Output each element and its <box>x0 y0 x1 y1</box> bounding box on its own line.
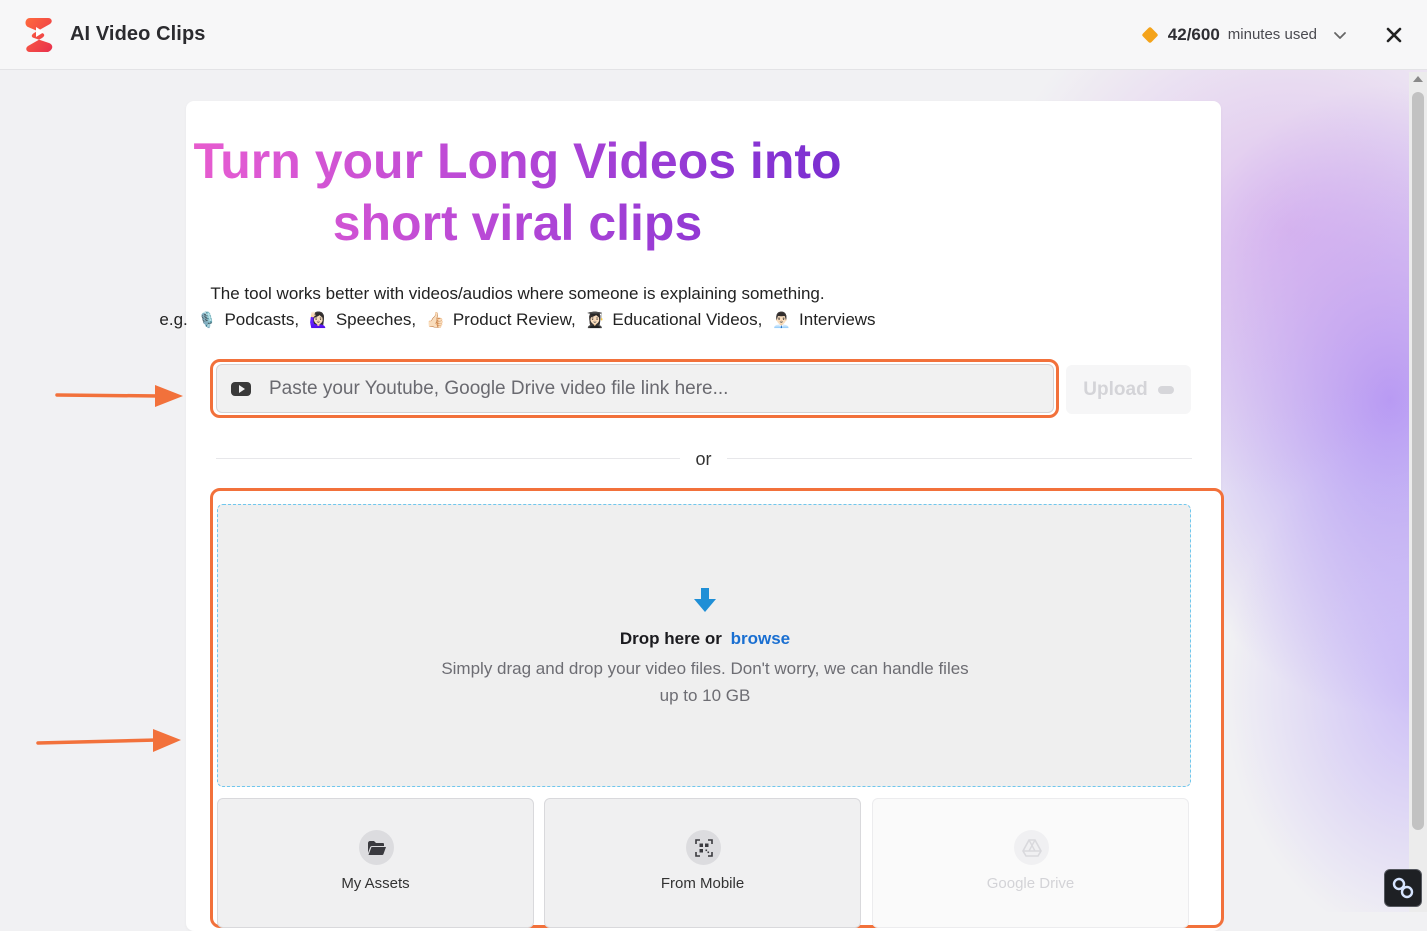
ai-video-clips-logo <box>25 17 53 52</box>
page-title: Turn your Long Videos into short viral c… <box>0 130 1035 254</box>
top-right-controls: 42/600 minutes used <box>1141 24 1405 46</box>
office-worker-icon: 👨🏻‍💼 <box>772 312 792 329</box>
pro-badge-icon <box>1157 385 1174 394</box>
close-icon <box>1386 27 1402 42</box>
scroll-up-icon[interactable] <box>1413 76 1423 82</box>
annotation-arrow-link <box>55 385 183 407</box>
browse-link[interactable]: browse <box>731 629 791 648</box>
example-speeches: Speeches, <box>335 310 417 329</box>
example-podcasts: Podcasts, <box>224 310 300 329</box>
divider-right <box>727 458 1192 459</box>
from-mobile-button[interactable]: From Mobile <box>544 798 861 928</box>
drop-here-label: Drop here or <box>619 629 722 648</box>
google-drive-button[interactable]: Google Drive <box>872 798 1189 928</box>
student-icon: 👩🏻‍🎓 <box>585 312 605 329</box>
google-drive-icon <box>1014 830 1049 865</box>
brand: AI Video Clips <box>22 15 206 55</box>
from-mobile-label: From Mobile <box>660 875 745 892</box>
microphone-icon: 🎙️ <box>197 312 217 329</box>
drop-description: Simply drag and drop your video files. D… <box>441 659 969 705</box>
annotation-arrow-dropzone <box>36 729 181 752</box>
link-input-container[interactable] <box>216 364 1054 413</box>
close-button[interactable] <box>1383 24 1405 46</box>
drop-title: Drop here or browse <box>218 629 1192 649</box>
examples-prefix: e.g. <box>159 310 188 329</box>
example-educational-videos: Educational Videos, <box>612 310 763 329</box>
divider-left <box>216 458 680 459</box>
example-product-review: Product Review, <box>452 310 576 329</box>
upload-button[interactable]: Upload <box>1066 365 1191 414</box>
folder-icon <box>359 830 394 865</box>
download-arrow-icon <box>694 588 716 612</box>
youtube-icon <box>231 381 251 396</box>
qr-code-icon <box>686 830 721 865</box>
usage-count: 42/600 <box>1167 24 1220 44</box>
my-assets-button[interactable]: My Assets <box>217 798 534 928</box>
usage-unit: minutes used <box>1227 26 1317 43</box>
usage-meter[interactable]: 42/600 minutes used <box>1141 24 1347 45</box>
upload-label: Upload <box>1083 378 1148 400</box>
scrollbar-thumb[interactable] <box>1412 92 1424 830</box>
or-divider-label: or <box>695 449 712 469</box>
video-link-input[interactable] <box>267 376 1027 401</box>
examples-line: e.g. 🎙️ Podcasts, 🙋🏻‍♀️ Speeches, 👍🏻 Pro… <box>0 310 1035 330</box>
app-title: AI Video Clips <box>70 23 206 45</box>
link-icon <box>1392 877 1414 899</box>
top-bar: AI Video Clips 42/600 minutes used <box>0 0 1427 70</box>
my-assets-label: My Assets <box>341 875 410 892</box>
file-dropzone[interactable]: Drop here or browse Simply drag and drop… <box>217 504 1191 787</box>
person-raising-hand-icon: 🙋🏻‍♀️ <box>309 312 328 329</box>
thumbs-up-icon: 👍🏻 <box>426 312 445 329</box>
chevron-down-icon[interactable] <box>1333 28 1347 42</box>
diamond-icon <box>1141 26 1159 43</box>
example-interviews: Interviews <box>799 310 876 329</box>
google-drive-label: Google Drive <box>986 875 1075 892</box>
tool-description: The tool works better with videos/audios… <box>210 284 825 303</box>
link-tool-button[interactable] <box>1384 869 1422 907</box>
